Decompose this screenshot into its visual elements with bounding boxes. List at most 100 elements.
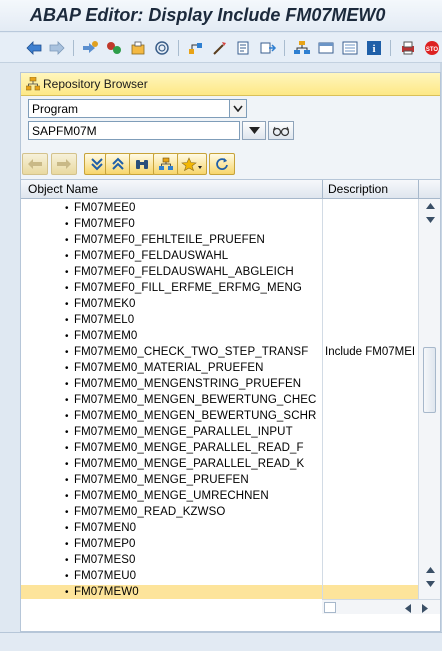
pretty-printer-icon[interactable] bbox=[398, 38, 418, 58]
horizontal-scrollbar[interactable] bbox=[322, 599, 440, 614]
tree-row-name[interactable]: FM07MEM0 bbox=[74, 330, 137, 342]
bullet-icon: • bbox=[65, 507, 69, 518]
tree-row[interactable]: • FM07MEF0_FEHLTEILE_PRUEFEN bbox=[21, 233, 418, 249]
tree-row[interactable]: • FM07MEE0 bbox=[21, 201, 418, 217]
triangle-down-icon bbox=[248, 127, 260, 134]
h-scroll-thumb[interactable] bbox=[324, 602, 336, 613]
object-name-input[interactable]: SAPFM07M bbox=[28, 121, 240, 140]
activate-icon[interactable] bbox=[186, 38, 206, 58]
tree-row[interactable]: • FM07MEK0 bbox=[21, 297, 418, 313]
pattern-icon[interactable] bbox=[340, 38, 360, 58]
navigation-window-icon[interactable] bbox=[316, 38, 336, 58]
application-toolbar: i STO bbox=[0, 33, 442, 63]
tree-row[interactable]: • FM07MEM0_MENGE_PARALLEL_INPUT bbox=[21, 425, 418, 441]
hierarchy-up-button[interactable] bbox=[153, 153, 179, 175]
tree-row-name[interactable]: FM07MEN0 bbox=[74, 522, 136, 534]
scroll-page-down-icon[interactable] bbox=[424, 579, 436, 589]
tree-row-name[interactable]: FM07MEF0_FEHLTEILE_PRUEFEN bbox=[74, 234, 265, 246]
tree-row-name[interactable]: FM07MEF0_FILL_ERFME_ERFMG_MENG bbox=[74, 282, 302, 294]
tree-row[interactable]: • FM07MEF0 bbox=[21, 217, 418, 233]
tree-row-name[interactable]: FM07MEM0_MENGE_PRUEFEN bbox=[74, 474, 249, 486]
tree-row[interactable]: • FM07MEM0_MENGE_PRUEFEN bbox=[21, 473, 418, 489]
check-icon[interactable] bbox=[152, 38, 172, 58]
find-button[interactable] bbox=[129, 153, 155, 175]
scroll-left-icon[interactable] bbox=[405, 602, 411, 616]
next-object-button[interactable] bbox=[51, 153, 77, 175]
info-icon[interactable]: i bbox=[364, 38, 384, 58]
tree-row-name[interactable]: FM07MEF0 bbox=[74, 218, 135, 230]
tree-row-name[interactable]: FM07MEM0_MATERIAL_PRUEFEN bbox=[74, 362, 264, 374]
refresh-button[interactable] bbox=[209, 153, 235, 175]
previous-object-button[interactable] bbox=[22, 153, 48, 175]
tree-row[interactable]: • FM07MEU0 bbox=[21, 569, 418, 585]
tree-row[interactable]: • FM07MEM0_MENGE_PARALLEL_READ_K bbox=[21, 457, 418, 473]
tree-row[interactable]: • FM07MEF0_FELDAUSWAHL_ABGLEICH bbox=[21, 265, 418, 281]
test-icon[interactable] bbox=[210, 38, 230, 58]
tree-row[interactable]: • FM07MEF0_FELDAUSWAHL bbox=[21, 249, 418, 265]
hierarchy-icon[interactable] bbox=[292, 38, 312, 58]
tree-row[interactable]: • FM07MEW0 bbox=[21, 585, 418, 599]
active-inactive-icon[interactable] bbox=[104, 38, 124, 58]
tree-row[interactable]: • FM07MEM0_MENGE_UMRECHNEN bbox=[21, 489, 418, 505]
expand-icon bbox=[91, 158, 103, 171]
tree-row[interactable]: • FM07MES0 bbox=[21, 553, 418, 569]
tree-row-name[interactable]: FM07MES0 bbox=[74, 554, 136, 566]
chevron-down-icon[interactable] bbox=[229, 100, 246, 117]
tree-row-name[interactable]: FM07MEL0 bbox=[74, 314, 134, 326]
scroll-thumb[interactable] bbox=[423, 347, 436, 413]
tree-row[interactable]: • FM07MEM0_MENGENSTRING_PRUEFEN bbox=[21, 377, 418, 393]
tree-row-name[interactable]: FM07MEM0_READ_KZWSO bbox=[74, 506, 225, 518]
glasses-icon bbox=[272, 126, 290, 136]
browser-nav-toolbar bbox=[21, 151, 440, 179]
tree-row[interactable]: • FM07MEM0_MATERIAL_PRUEFEN bbox=[21, 361, 418, 377]
tree-row-name[interactable]: FM07MEW0 bbox=[74, 586, 139, 598]
object-type-select[interactable]: Program bbox=[28, 99, 247, 118]
object-type-value: Program bbox=[32, 102, 79, 116]
tree-row-name[interactable]: FM07MEK0 bbox=[74, 298, 136, 310]
tree-row-name[interactable]: FM07MEM0_MENGE_PARALLEL_READ_K bbox=[74, 458, 304, 470]
tree-row-name[interactable]: FM07MEE0 bbox=[74, 202, 136, 214]
column-object-name[interactable]: Object Name bbox=[28, 182, 98, 196]
tree-row[interactable]: • FM07MEF0_FILL_ERFME_ERFMG_MENG bbox=[21, 281, 418, 297]
vertical-scrollbar[interactable] bbox=[418, 199, 440, 599]
tree-row-name[interactable]: FM07MEP0 bbox=[74, 538, 136, 550]
column-description[interactable]: Description bbox=[328, 182, 388, 196]
forward-arrow-icon[interactable] bbox=[47, 38, 67, 58]
object-history-dropdown-button[interactable] bbox=[242, 121, 266, 140]
tree-row-name[interactable]: FM07MEF0_FELDAUSWAHL_ABGLEICH bbox=[74, 266, 294, 278]
tree-row-name[interactable]: FM07MEU0 bbox=[74, 570, 136, 582]
back-arrow-icon[interactable] bbox=[24, 38, 44, 58]
tree-row-name[interactable]: FM07MEM0_MENGE_PARALLEL_INPUT bbox=[74, 426, 293, 438]
display-change-icon[interactable] bbox=[80, 38, 100, 58]
tree-row-name[interactable]: FM07MEM0_CHECK_TWO_STEP_TRANSF bbox=[74, 346, 308, 358]
tree-row[interactable]: • FM07MEL0 bbox=[21, 313, 418, 329]
collapse-all-button[interactable] bbox=[105, 153, 131, 175]
other-object-icon[interactable] bbox=[128, 38, 148, 58]
tree-row[interactable]: • FM07MEN0 bbox=[21, 521, 418, 537]
tree-row-name[interactable]: FM07MEM0_MENGE_UMRECHNEN bbox=[74, 490, 269, 502]
tree-row[interactable]: • FM07MEM0_MENGE_PARALLEL_READ_F bbox=[21, 441, 418, 457]
tree-row[interactable]: • FM07MEM0_MENGEN_BEWERTUNG_CHEC bbox=[21, 393, 418, 409]
scroll-up-icon[interactable] bbox=[424, 201, 436, 211]
tree-row-name[interactable]: FM07MEM0_MENGENSTRING_PRUEFEN bbox=[74, 378, 301, 390]
tree-row[interactable]: • FM07MEP0 bbox=[21, 537, 418, 553]
tree-row-name[interactable]: FM07MEM0_MENGEN_BEWERTUNG_SCHR bbox=[74, 410, 316, 422]
scroll-right-icon[interactable] bbox=[422, 602, 428, 616]
scroll-down-icon[interactable] bbox=[424, 215, 436, 225]
tree-row-name[interactable]: FM07MEM0_MENGEN_BEWERTUNG_CHEC bbox=[74, 394, 316, 406]
tree-row[interactable]: • FM07MEM0_CHECK_TWO_STEP_TRANSF Include F… bbox=[21, 345, 418, 361]
stop-icon[interactable]: STO bbox=[422, 38, 442, 58]
bullet-icon: • bbox=[65, 315, 69, 326]
scroll-page-up-icon[interactable] bbox=[424, 565, 436, 575]
favorites-button[interactable] bbox=[177, 153, 207, 175]
bullet-icon: • bbox=[65, 587, 69, 598]
tree-row-name[interactable]: FM07MEM0_MENGE_PARALLEL_READ_F bbox=[74, 442, 304, 454]
object-list-icon[interactable] bbox=[258, 38, 278, 58]
tree-row-name[interactable]: FM07MEF0_FELDAUSWAHL bbox=[74, 250, 228, 262]
tree-row[interactable]: • FM07MEM0_MENGEN_BEWERTUNG_SCHR bbox=[21, 409, 418, 425]
tree-row[interactable]: • FM07MEM0_READ_KZWSO bbox=[21, 505, 418, 521]
bullet-icon: • bbox=[65, 235, 69, 246]
tree-row[interactable]: • FM07MEM0 bbox=[21, 329, 418, 345]
display-object-button[interactable] bbox=[268, 121, 294, 140]
where-used-icon[interactable] bbox=[234, 38, 254, 58]
